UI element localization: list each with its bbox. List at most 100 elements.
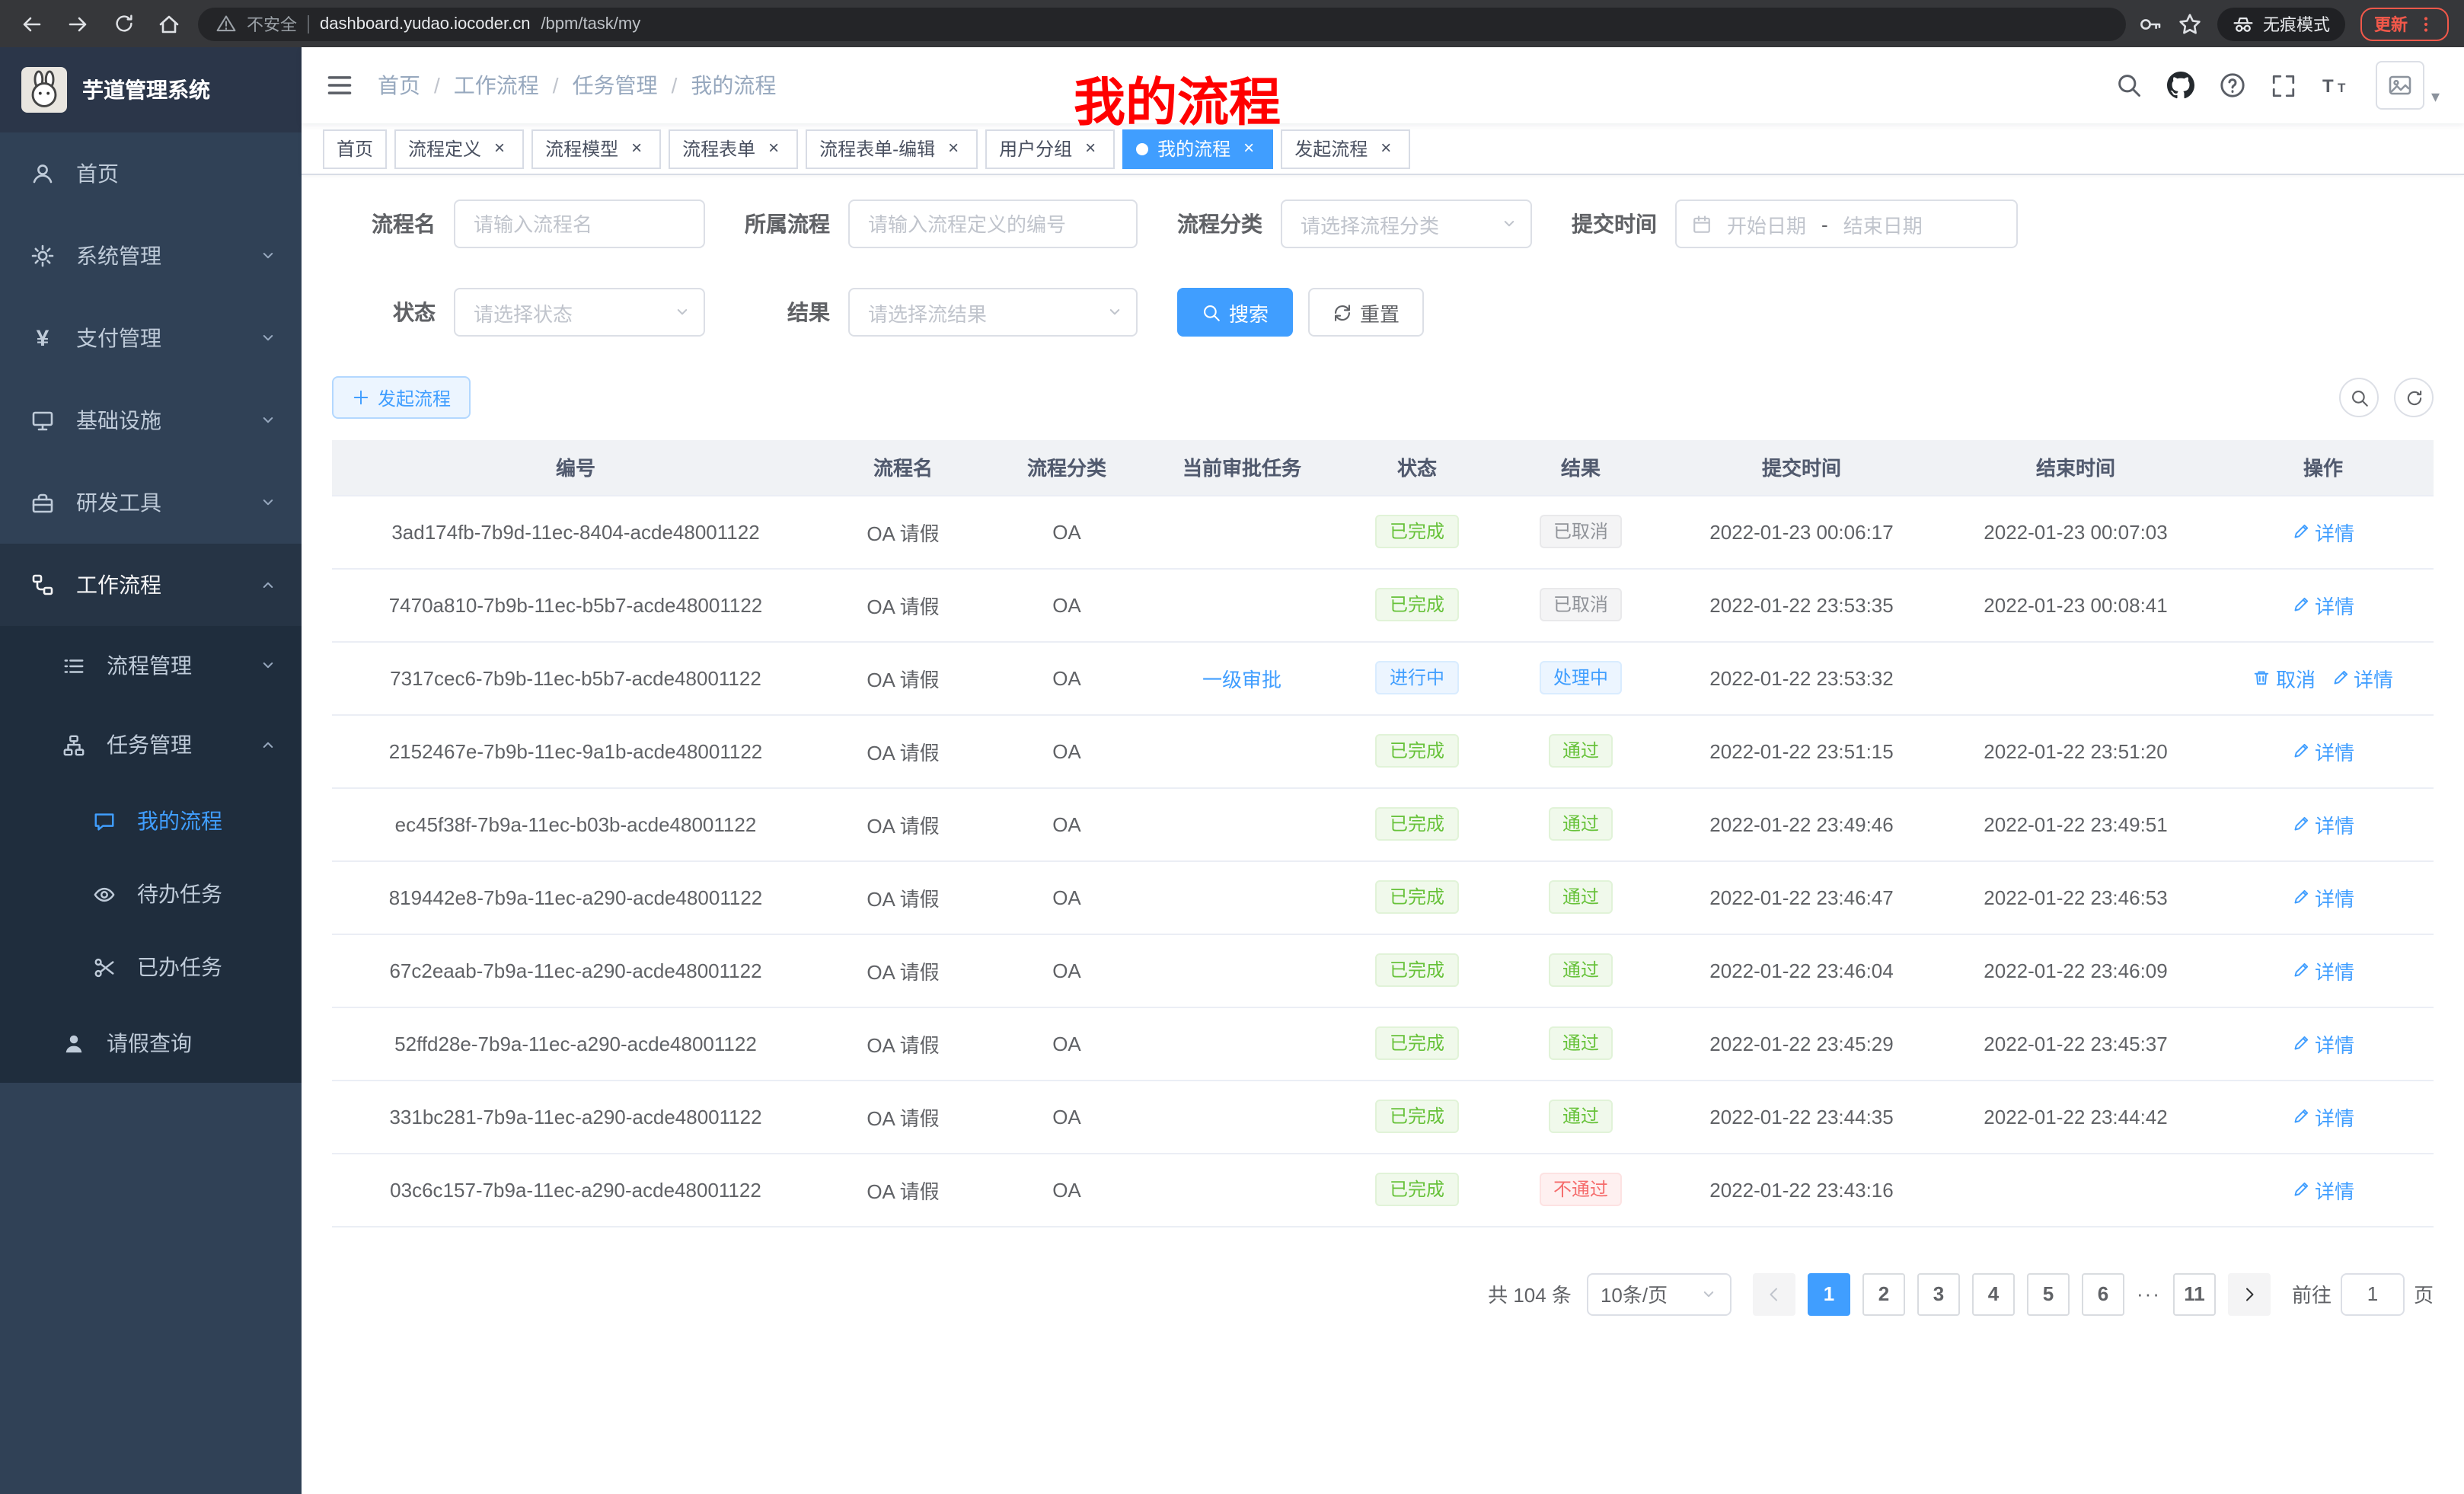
url-path[interactable]: /bpm/task/my: [541, 14, 640, 33]
forward-icon[interactable]: [61, 7, 94, 40]
cell-submit-time: 2022-01-22 23:53:32: [1664, 641, 1939, 714]
breadcrumb-home[interactable]: 首页: [378, 70, 420, 101]
tab-process-model[interactable]: 流程模型×: [531, 129, 661, 168]
home-icon[interactable]: [152, 7, 186, 40]
refresh-button[interactable]: [2394, 378, 2434, 417]
page-button-11[interactable]: 11: [2173, 1272, 2216, 1315]
next-page-button[interactable]: [2228, 1272, 2271, 1315]
sidebar-item-infrastructure[interactable]: 基础设施: [0, 379, 302, 461]
bookmark-star-icon[interactable]: [2178, 11, 2202, 36]
sidebar-item-todo-tasks[interactable]: 待办任务: [0, 857, 302, 931]
incognito-badge[interactable]: 无痕模式: [2217, 7, 2345, 40]
sidebar-item-home[interactable]: 首页: [0, 132, 302, 215]
process-table: 编号 流程名 流程分类 当前审批任务 状态 结果 提交时间 结束时间 操作: [332, 440, 2434, 1227]
detail-link[interactable]: 详情: [2292, 956, 2354, 985]
table-header-row: 编号 流程名 流程分类 当前审批任务 状态 结果 提交时间 结束时间 操作: [332, 440, 2434, 495]
close-icon[interactable]: ×: [943, 138, 964, 159]
search-button-label: 搜索: [1229, 298, 1269, 327]
page-button-2[interactable]: 2: [1862, 1272, 1905, 1315]
table-row: 52ffd28e-7b9a-11ec-a290-acde48001122 OA …: [332, 1007, 2434, 1080]
breadcrumb-current: 我的流程: [691, 70, 776, 101]
prev-page-button[interactable]: [1753, 1272, 1795, 1315]
sidebar-item-task-management[interactable]: 任务管理: [0, 705, 302, 784]
detail-link[interactable]: 详情: [2292, 1175, 2354, 1204]
cell-current-task: [1147, 787, 1337, 860]
close-icon[interactable]: ×: [626, 138, 647, 159]
sidebar-item-my-process[interactable]: 我的流程: [0, 784, 302, 857]
breadcrumb-task-management[interactable]: 任务管理: [573, 70, 658, 101]
sidebar-item-process-management[interactable]: 流程管理: [0, 626, 302, 705]
cell-result: 处理中: [1497, 641, 1664, 714]
user-menu[interactable]: ▾: [2376, 61, 2440, 110]
close-icon[interactable]: ×: [763, 138, 784, 159]
category-select[interactable]: 请选择流程分类: [1281, 200, 1532, 248]
detail-link[interactable]: 详情: [2292, 517, 2354, 546]
detail-link[interactable]: 详情: [2292, 590, 2354, 619]
detail-link[interactable]: 详情: [2292, 1029, 2354, 1058]
detail-link[interactable]: 详情: [2292, 809, 2354, 838]
column-header: 操作: [2213, 440, 2434, 495]
sidebar-item-done-tasks[interactable]: 已办任务: [0, 931, 302, 1004]
sidebar-item-payment[interactable]: ¥ 支付管理: [0, 297, 302, 379]
detail-link[interactable]: 详情: [2292, 1102, 2354, 1131]
page-button-1[interactable]: 1: [1808, 1272, 1850, 1315]
result-select[interactable]: 请选择流结果: [848, 288, 1138, 337]
submit-time-range-picker[interactable]: 开始日期 - 结束日期: [1675, 200, 2018, 248]
process-name-input[interactable]: [454, 200, 705, 248]
avatar[interactable]: [2376, 61, 2425, 110]
detail-label: 详情: [2315, 1029, 2354, 1058]
submit-time-label: 提交时间: [1572, 209, 1657, 239]
current-task-link[interactable]: 一级审批: [1202, 663, 1281, 692]
page-button-6[interactable]: 6: [2082, 1272, 2124, 1315]
sidebar-item-leave-query[interactable]: 请假查询: [0, 1004, 302, 1083]
address-bar[interactable]: 不安全 dashboard.yudao.iocoder.cn/bpm/task/…: [198, 7, 2126, 40]
sidebar-item-system[interactable]: 系统管理: [0, 215, 302, 297]
page-button-5[interactable]: 5: [2027, 1272, 2070, 1315]
close-icon[interactable]: ×: [1080, 138, 1101, 159]
search-button[interactable]: 搜索: [1177, 288, 1293, 337]
close-icon[interactable]: ×: [489, 138, 510, 159]
close-icon[interactable]: ×: [1238, 138, 1259, 159]
cell-process-name: OA 请假: [819, 641, 987, 714]
fullscreen-icon[interactable]: [2271, 72, 2297, 98]
result-tag: 通过: [1549, 734, 1613, 768]
status-select[interactable]: 请选择状态: [454, 288, 705, 337]
parent-process-input[interactable]: [848, 200, 1138, 248]
toggle-search-button[interactable]: [2339, 378, 2379, 417]
start-process-button[interactable]: 发起流程: [332, 376, 471, 419]
browser-update-button[interactable]: 更新: [2360, 7, 2449, 40]
url-host[interactable]: dashboard.yudao.iocoder.cn: [320, 14, 530, 33]
sidebar-item-dev-tools[interactable]: 研发工具: [0, 461, 302, 544]
detail-link[interactable]: 详情: [2292, 736, 2354, 765]
breadcrumb-workflow[interactable]: 工作流程: [454, 70, 539, 101]
back-icon[interactable]: [15, 7, 49, 40]
close-icon[interactable]: ×: [1375, 138, 1396, 159]
security-label[interactable]: 不安全: [247, 11, 297, 36]
reset-button[interactable]: 重置: [1308, 288, 1424, 337]
goto-label: 前往: [2292, 1279, 2332, 1308]
help-icon[interactable]: [2220, 72, 2247, 99]
header-search-icon[interactable]: [2116, 72, 2143, 99]
more-pages-icon[interactable]: ···: [2137, 1282, 2161, 1305]
reload-icon[interactable]: [107, 7, 140, 40]
detail-link[interactable]: 详情: [2331, 663, 2393, 692]
hamburger-icon[interactable]: [326, 72, 353, 99]
tab-home[interactable]: 首页: [323, 129, 387, 168]
app-logo-row[interactable]: 芋道管理系统: [0, 47, 302, 132]
tab-start-process[interactable]: 发起流程×: [1281, 129, 1410, 168]
detail-link[interactable]: 详情: [2292, 883, 2354, 911]
page-button-3[interactable]: 3: [1917, 1272, 1960, 1315]
github-icon[interactable]: [2168, 72, 2195, 99]
goto-page-input[interactable]: [2341, 1272, 2405, 1315]
sidebar-item-workflow[interactable]: 工作流程: [0, 544, 302, 626]
page-size-select[interactable]: 10条/页: [1587, 1272, 1732, 1315]
tab-process-definition[interactable]: 流程定义×: [394, 129, 524, 168]
tab-process-form-edit[interactable]: 流程表单-编辑×: [806, 129, 978, 168]
font-size-icon[interactable]: TT: [2322, 73, 2352, 97]
menu-dots-icon[interactable]: [2417, 13, 2435, 34]
page-button-4[interactable]: 4: [1972, 1272, 2015, 1315]
password-key-icon[interactable]: [2138, 11, 2162, 36]
cancel-link[interactable]: 取消: [2253, 663, 2316, 692]
tab-process-form[interactable]: 流程表单×: [669, 129, 798, 168]
sidebar-item-label: 基础设施: [76, 405, 161, 436]
